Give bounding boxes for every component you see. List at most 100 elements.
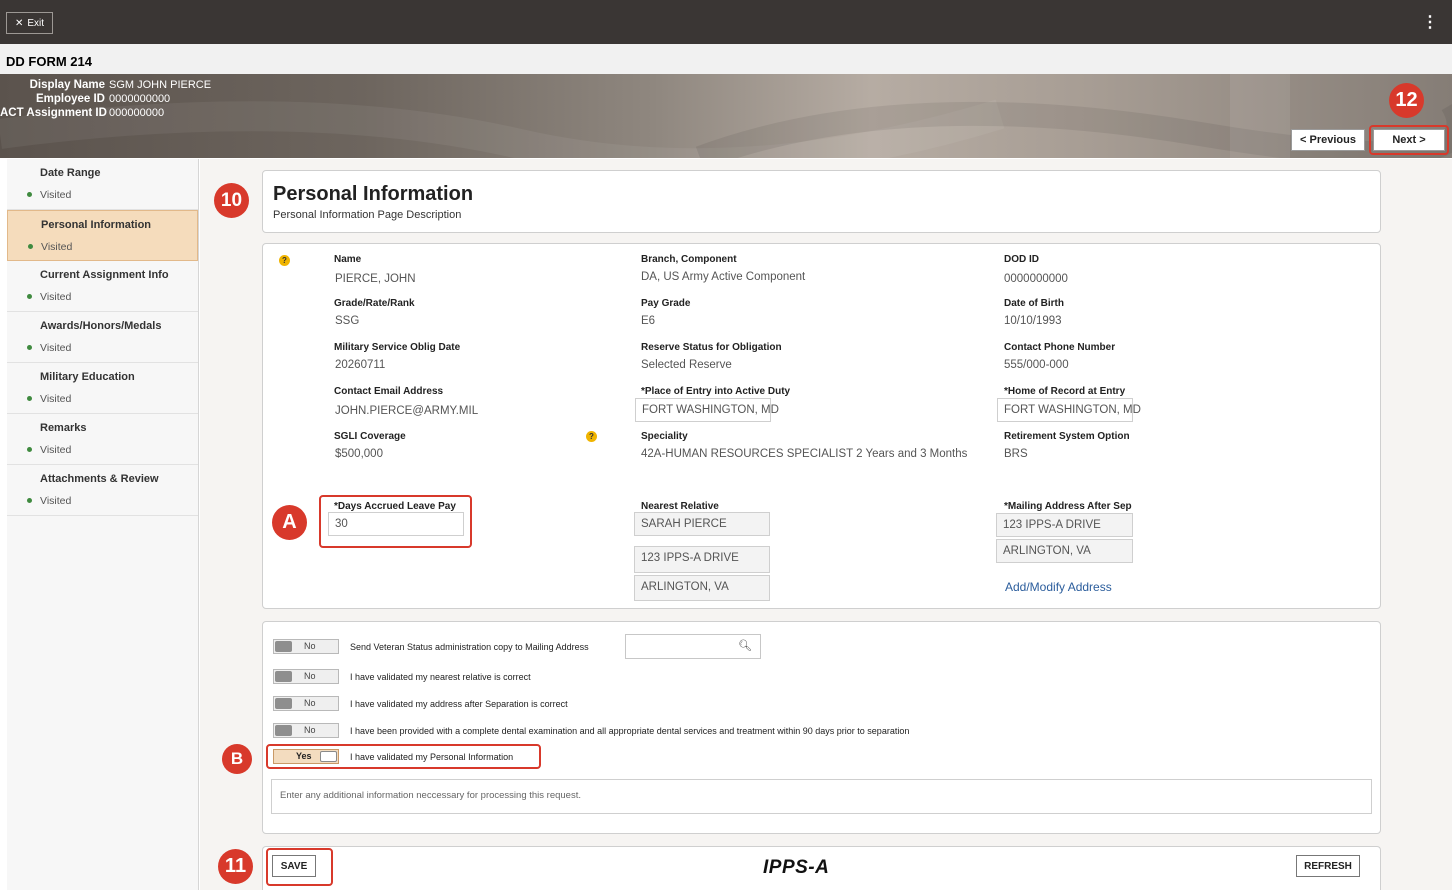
phone-label: Contact Phone Number [1004, 342, 1116, 353]
save-button[interactable]: SAVE [272, 855, 316, 877]
page-title: Personal Information [273, 183, 474, 205]
exit-button[interactable]: ✕ Exit [6, 12, 54, 34]
status-dot-icon [28, 244, 33, 249]
assignment-id-label: ACT Assignment ID [0, 107, 107, 119]
sidebar-item-title: Date Range [40, 167, 101, 179]
veteran-copy-toggle[interactable]: No [273, 639, 339, 654]
exit-label: Exit [27, 17, 45, 29]
help-icon[interactable]: ? [279, 255, 290, 266]
nearest-relative-toggle[interactable]: No [273, 669, 339, 684]
place-entry-label: *Place of Entry into Active Duty [641, 386, 791, 397]
sidebar-item-awards[interactable]: Awards/Honors/Medals Visited [7, 312, 198, 363]
nearest-relative-name-field[interactable]: SARAH PIERCE [634, 512, 770, 536]
form-title-bar: DD FORM 214 [0, 44, 1452, 74]
employee-id-row: Employee ID 0000000000 [0, 92, 300, 106]
ipps-a-logo: IPPS-A [763, 857, 830, 878]
toggle-state: No [304, 698, 316, 708]
refresh-button[interactable]: REFRESH [1296, 855, 1360, 877]
sidebar-item-status: Visited [40, 444, 72, 456]
mso-date-value: 20260711 [335, 359, 386, 371]
display-name-row: Display Name SGM JOHN PIERCE [0, 78, 300, 92]
sidebar-item-status: Visited [41, 241, 73, 253]
address-after-sep-toggle[interactable]: No [273, 696, 339, 711]
additional-info-textarea[interactable]: Enter any additional information neccess… [271, 779, 1372, 814]
dob-value: 10/10/1993 [1004, 315, 1062, 327]
employee-info: Display Name SGM JOHN PIERCE Employee ID 0… [0, 78, 300, 120]
mailing-address2-field[interactable]: ARLINGTON, VA [996, 539, 1133, 563]
sidebar-item-status: Visited [40, 342, 72, 354]
branch-label: Branch, Component [641, 254, 737, 265]
help-icon[interactable]: ? [586, 431, 597, 442]
add-modify-address-link[interactable]: Add/Modify Address [1005, 580, 1112, 594]
retirement-value: BRS [1004, 448, 1028, 460]
email-label: Contact Email Address [334, 386, 444, 397]
veteran-copy-lookup-input[interactable]: 🔍︎ [625, 634, 761, 659]
reserve-status-label: Reserve Status for Obligation [641, 342, 782, 353]
sidebar-item-attachments-review[interactable]: Attachments & Review Visited [7, 465, 198, 516]
assignment-id-value: 000000000 [109, 107, 165, 119]
callout-b: B [222, 744, 252, 774]
callout-a: A [272, 505, 307, 540]
sidebar-item-remarks[interactable]: Remarks Visited [7, 414, 198, 465]
pay-grade-value: E6 [641, 315, 656, 327]
toggle-state: No [304, 671, 316, 681]
speciality-label: Speciality [641, 431, 688, 442]
status-dot-icon [27, 396, 32, 401]
sidebar-item-current-assignment[interactable]: Current Assignment Info Visited [7, 261, 198, 312]
place-entry-field[interactable]: FORT WASHINGTON, MD [635, 398, 779, 422]
retirement-label: Retirement System Option [1004, 431, 1130, 442]
search-icon[interactable]: 🔍︎ [738, 639, 752, 652]
sidebar-item-title: Current Assignment Info [40, 269, 169, 281]
dental-toggle[interactable]: No [273, 723, 339, 738]
email-value: JOHN.PIERCE@ARMY.MIL [335, 405, 479, 417]
sidebar-item-title: Remarks [40, 422, 87, 434]
dob-label: Date of Birth [1004, 298, 1064, 309]
status-dot-icon [27, 345, 32, 350]
veteran-copy-label: Send Veteran Status administration copy … [350, 642, 589, 652]
sidebar-item-status: Visited [40, 495, 72, 507]
sidebar-item-title: Awards/Honors/Medals [40, 320, 162, 332]
form-title: DD FORM 214 [6, 54, 92, 69]
status-dot-icon [27, 294, 32, 299]
mailing-address1-field[interactable]: 123 IPPS-A DRIVE [996, 513, 1133, 537]
employee-id-value: 0000000000 [109, 93, 171, 105]
personal-info-toggle[interactable]: Yes [273, 749, 339, 764]
address-after-sep-label: I have validated my address after Separa… [350, 699, 568, 709]
page-header-card: Personal Information Personal Informatio… [262, 170, 1381, 233]
nearest-relative-address2-field[interactable]: ARLINGTON, VA [634, 575, 770, 601]
leave-pay-input[interactable]: 30 [328, 512, 464, 536]
branch-value: DA, US Army Active Component [641, 271, 806, 283]
top-bar: ✕ Exit ⋮ [0, 0, 1452, 44]
sgli-label: SGLI Coverage [334, 431, 406, 442]
sidebar-item-status: Visited [40, 291, 72, 303]
grade-label: Grade/Rate/Rank [334, 298, 415, 309]
grade-value: SSG [335, 315, 360, 327]
home-record-field[interactable]: FORT WASHINGTON, MD [997, 398, 1141, 422]
toggle-state: Yes [296, 751, 312, 761]
mailing-address-label: *Mailing Address After Sep [1004, 501, 1132, 512]
page-description: Personal Information Page Description [273, 209, 462, 221]
personal-details-card [262, 243, 1381, 609]
sidebar: Date Range Visited Personal Information … [7, 159, 199, 890]
dod-id-label: DOD ID [1004, 254, 1039, 265]
home-record-label: *Home of Record at Entry [1004, 386, 1126, 397]
toggle-state: No [304, 725, 316, 735]
display-name-label: Display Name [29, 79, 105, 91]
sidebar-item-status: Visited [40, 189, 72, 201]
leave-pay-label: *Days Accrued Leave Pay [334, 501, 456, 512]
sidebar-item-military-education[interactable]: Military Education Visited [7, 363, 198, 414]
nearest-relative-label: Nearest Relative [641, 501, 719, 512]
callout-11: 11 [218, 849, 253, 884]
personal-info-label: I have validated my Personal Information [350, 752, 514, 762]
previous-button[interactable]: < Previous [1291, 129, 1365, 151]
sidebar-item-personal-information[interactable]: Personal Information Visited [7, 210, 198, 261]
assignment-id-row: ACT Assignment ID 000000000 [0, 106, 300, 120]
kebab-menu-icon[interactable]: ⋮ [1422, 12, 1438, 32]
speciality-value: 42A-HUMAN RESOURCES SPECIALIST 2 Years a… [641, 448, 968, 460]
callout-12: 12 [1389, 83, 1424, 118]
sgli-value: $500,000 [335, 448, 383, 460]
pay-grade-label: Pay Grade [641, 298, 691, 309]
name-value: PIERCE, JOHN [335, 273, 416, 285]
nearest-relative-address1-field[interactable]: 123 IPPS-A DRIVE [634, 546, 770, 573]
sidebar-item-date-range[interactable]: Date Range Visited [7, 159, 198, 210]
